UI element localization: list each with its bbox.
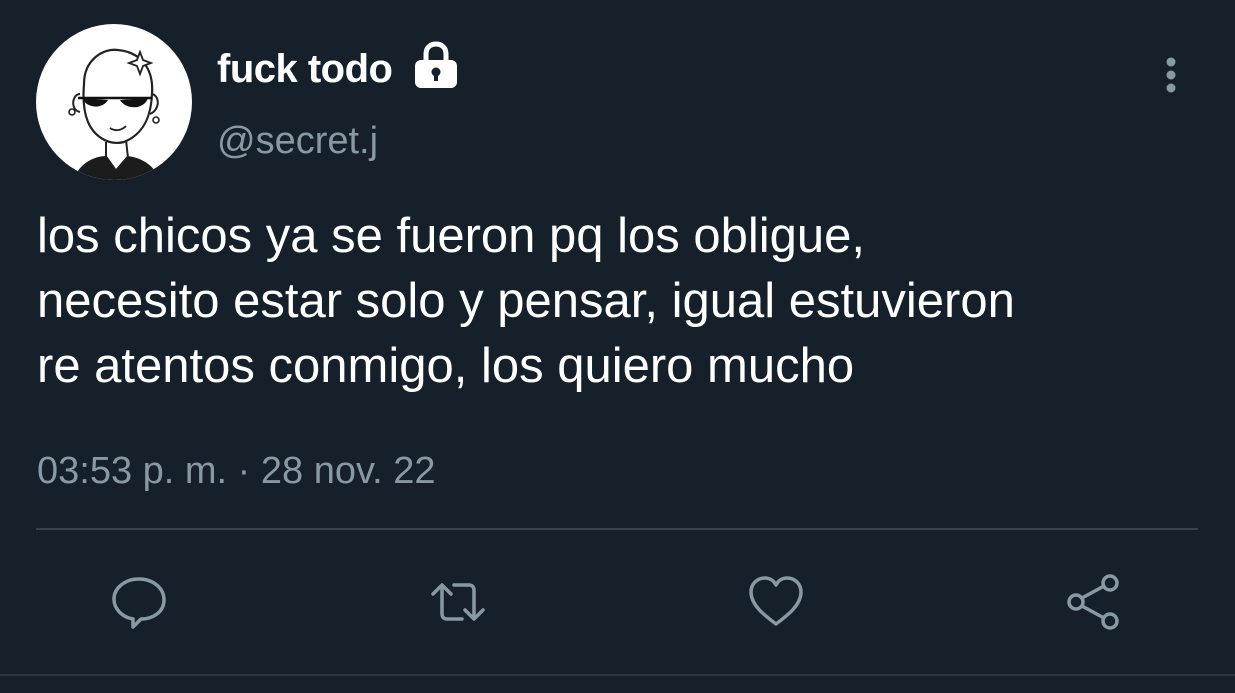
share-button[interactable] <box>1063 572 1123 632</box>
tweet-timestamp[interactable]: 03:53 p. m. · 28 nov. 22 <box>37 446 436 496</box>
retweet-arrows-icon <box>431 583 485 621</box>
display-name[interactable]: fuck todo <box>217 44 393 94</box>
heart-icon <box>749 576 803 626</box>
tweet-text: los chicos ya se fueron pq los obligue, … <box>37 209 1015 393</box>
tweet-card: fuck todo @secret.j los chicos ya se fue… <box>0 0 1235 693</box>
divider <box>36 528 1198 530</box>
bottom-divider <box>0 674 1235 676</box>
avatar-drawing <box>68 48 160 180</box>
lock-icon <box>415 41 457 88</box>
avatar[interactable] <box>36 24 192 180</box>
speech-bubble-icon <box>112 577 166 629</box>
retweet-button[interactable] <box>428 572 488 632</box>
like-button[interactable] <box>746 572 806 632</box>
more-options-icon[interactable] <box>1156 56 1186 94</box>
share-icon <box>1067 574 1119 630</box>
user-handle[interactable]: @secret.j <box>217 117 378 165</box>
reply-button[interactable] <box>109 572 169 632</box>
